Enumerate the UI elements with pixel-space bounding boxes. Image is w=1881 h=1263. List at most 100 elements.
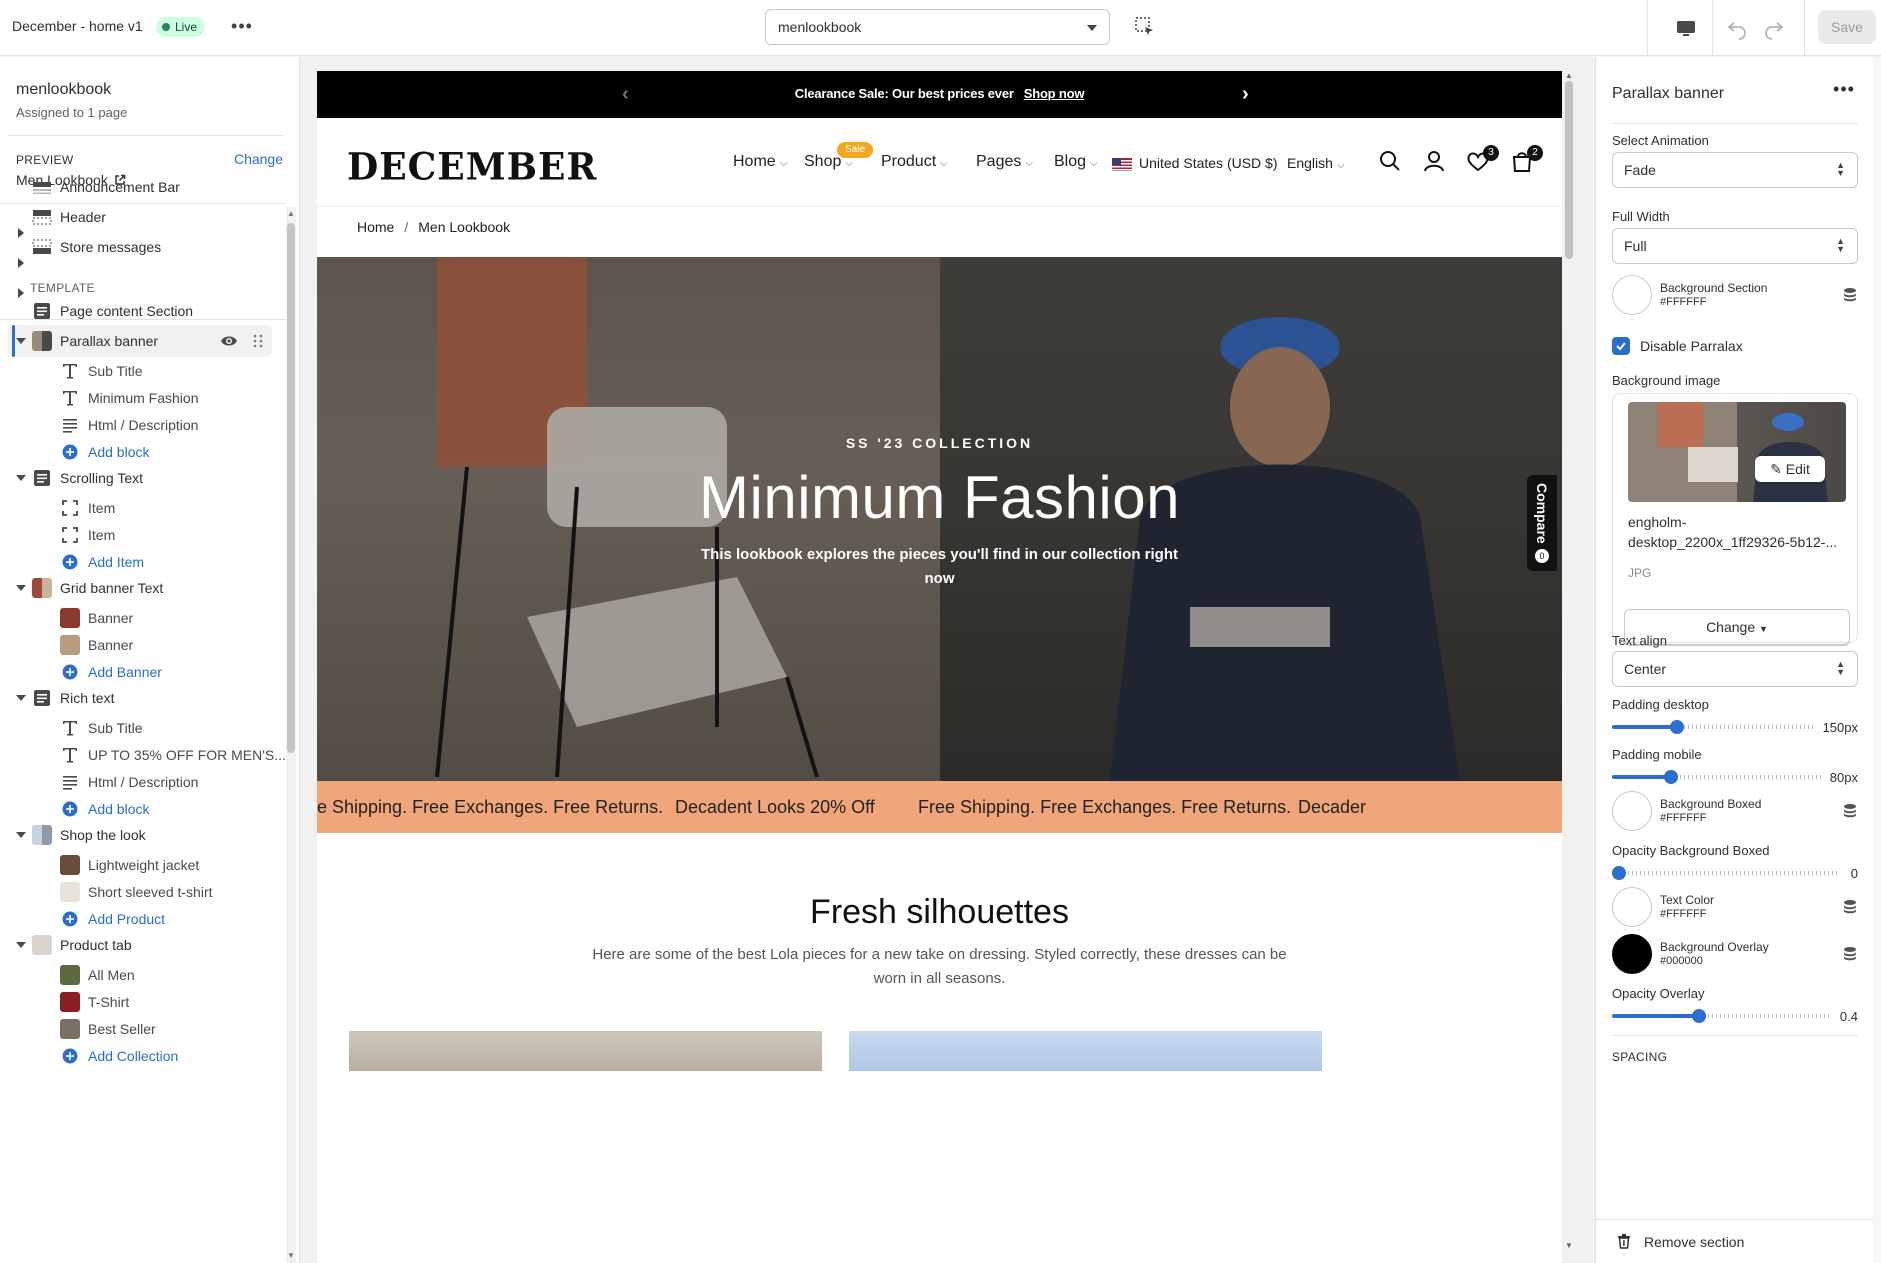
nav-home[interactable]: Home ⌵ [733,153,787,171]
more-actions-button[interactable]: ••• [230,14,254,38]
background-overlay-color[interactable]: Background Overlay #000000 [1612,934,1858,974]
nav-label: Product [881,153,937,170]
inspect-icon[interactable] [1133,15,1157,39]
scroll-down-icon[interactable]: ▼ [287,1251,295,1260]
language-selector[interactable]: English ⌵ [1287,155,1345,171]
padding-mobile-slider[interactable]: 80px [1612,767,1858,787]
color-name: Background Boxed [1660,797,1762,811]
chevron-down-icon: ⌵ [1336,160,1345,171]
breadcrumb: Home / Men Lookbook [357,219,510,235]
slider-knob[interactable] [1692,1009,1706,1023]
more-actions-button[interactable]: ••• [1832,77,1856,101]
breadcrumb-home[interactable]: Home [357,219,394,235]
next-arrow-icon[interactable]: › [1242,83,1249,106]
hero-subtitle: SS '23 COLLECTION [845,435,1034,451]
field-label: Text align [1612,633,1667,648]
slider-knob[interactable] [1612,866,1626,880]
section-shop-the-look[interactable]: Shop the look [0,819,286,851]
opacity-overlay-slider[interactable]: 0.4 [1612,1006,1858,1026]
database-icon[interactable] [1842,287,1858,303]
parallax-banner[interactable]: SS '23 COLLECTION Minimum Fashion This l… [317,257,1562,781]
background-section-color[interactable]: Background Section #FFFFFF [1612,275,1858,315]
account-icon[interactable] [1421,148,1447,174]
block-label: Lightweight jacket [88,857,200,873]
selected-indicator [12,325,15,357]
eye-icon[interactable] [220,333,238,349]
color-name: Text Color [1660,893,1715,907]
preview-scroll-thumb[interactable] [1565,81,1573,259]
section-store-messages[interactable]: Store messages [0,231,286,298]
section-scrolling-text[interactable]: Scrolling Text [0,462,286,494]
disable-parallax-checkbox[interactable] [1612,337,1630,355]
section-grid-banner-text[interactable]: Grid banner Text [0,572,286,604]
full-width-select[interactable]: Full ▲ ▼ [1612,228,1858,264]
add-collection-button[interactable]: Add Collection [0,1040,286,1072]
color-swatch[interactable] [1612,275,1652,315]
remove-section-button[interactable]: Remove section [1596,1219,1873,1263]
desktop-icon[interactable] [1674,16,1698,40]
product-tab-thumbnail [32,935,52,955]
select-value: Fade [1624,162,1656,178]
banner-card[interactable] [349,1031,822,1071]
checkmark-icon [1616,342,1626,351]
slider-knob[interactable] [1670,720,1684,734]
edit-image-button[interactable]: ✎ Edit [1755,456,1825,482]
announcement-message: Clearance Sale: Our best prices ever [794,86,1014,101]
section-parallax-banner[interactable]: Parallax banner [8,325,272,357]
nav-label: Blog [1054,153,1087,170]
trash-icon [1618,1234,1630,1249]
section-page-content[interactable]: Page content Section [0,295,286,327]
preview-change-link[interactable]: Change [234,151,283,167]
padding-desktop-slider[interactable]: 150px [1612,717,1858,737]
color-swatch[interactable] [1612,934,1652,974]
text-align-select[interactable]: Center ▲ ▼ [1612,651,1858,687]
store-messages-icon [32,239,52,254]
scroll-up-icon[interactable]: ▲ [287,209,295,218]
redo-icon[interactable] [1762,16,1786,40]
store-logo[interactable]: DECEMBER [347,145,597,189]
opacity-boxed-slider[interactable]: 0 [1612,863,1858,883]
color-swatch[interactable] [1612,791,1652,831]
database-icon[interactable] [1842,899,1858,915]
sidebar-scroll-thumb[interactable] [287,223,295,753]
preview-scrollbar[interactable]: ▲ ▼ [1562,71,1576,1263]
nav-pages[interactable]: Pages ⌵ [976,153,1033,171]
search-icon[interactable] [1377,148,1403,174]
currency-selector[interactable]: United States (USD $) [1139,155,1278,171]
drag-handle-icon[interactable] [252,333,264,349]
section-announcement-bar[interactable]: Announcement Bar [0,171,286,238]
background-image-thumbnail[interactable] [1628,402,1846,502]
add-circle-icon [62,664,78,680]
frame-icon [62,527,78,543]
slider-knob[interactable] [1664,770,1678,784]
animation-select[interactable]: Fade ▲ ▼ [1612,152,1858,188]
section-header[interactable]: Header [0,201,286,268]
text-color[interactable]: Text Color #FFFFFF [1612,887,1858,927]
nav-blog[interactable]: Blog ⌵ [1054,153,1098,171]
section-rich-text[interactable]: Rich text [0,682,286,714]
block-label: Html / Description [88,774,199,790]
scroll-up-icon[interactable]: ▲ [1565,71,1573,80]
nav-product[interactable]: Product ⌵ [881,153,948,171]
color-swatch[interactable] [1612,887,1652,927]
panel-scrollbar[interactable] [1873,57,1881,1263]
field-label: Opacity Background Boxed [1612,843,1770,858]
undo-icon[interactable] [1725,16,1749,40]
nav-shop[interactable]: Shop ⌵ [804,153,853,171]
divider [1612,123,1858,124]
scroll-down-icon[interactable]: ▼ [1565,1241,1573,1250]
compare-tab[interactable]: Compare 0 [1527,475,1557,571]
background-boxed-color[interactable]: Background Boxed #FFFFFF [1612,791,1858,831]
save-button[interactable]: Save [1818,10,1876,44]
slider-track[interactable] [1612,871,1838,875]
collection-thumbnail [60,992,80,1012]
background-image-picker: ✎ Edit engholm-desktop_2200x_1ff29326-5b… [1612,393,1858,645]
template-select[interactable]: menlookbook [765,9,1110,45]
product-thumbnail [60,882,80,902]
banner-card[interactable] [849,1031,1322,1071]
database-icon[interactable] [1842,946,1858,962]
announcement-link[interactable]: Shop now [1024,86,1085,101]
section-product-tab[interactable]: Product tab [0,929,286,961]
checkbox-label[interactable]: Disable Parralax [1640,338,1743,354]
database-icon[interactable] [1842,803,1858,819]
